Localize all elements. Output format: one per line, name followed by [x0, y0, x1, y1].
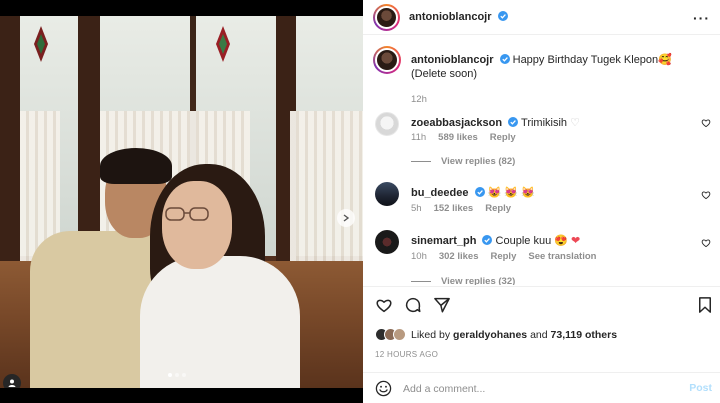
- liked-user[interactable]: geraldyohanes: [453, 329, 527, 341]
- caption-emoji: 🥰: [658, 54, 672, 66]
- comments-list[interactable]: antonioblancojr Happy Birthday Tugek Kle…: [363, 36, 720, 285]
- comment-username[interactable]: bu_deedee: [411, 187, 468, 199]
- comment-username[interactable]: zoeabbasjackson: [411, 117, 502, 129]
- post-photo[interactable]: [0, 0, 363, 403]
- see-translation-button[interactable]: See translation: [528, 251, 596, 262]
- comment-item: bu_deedee 😻 😻 😻 5h 152 likes Reply: [375, 182, 713, 222]
- carousel-dot: [175, 373, 179, 377]
- author-avatar[interactable]: [373, 46, 401, 74]
- reply-button[interactable]: Reply: [490, 251, 516, 262]
- view-replies-button[interactable]: View replies (32): [411, 276, 515, 285]
- verified-badge-icon: [474, 187, 485, 197]
- caption-age[interactable]: 12h: [411, 94, 427, 105]
- more-options-button[interactable]: ···: [693, 10, 710, 26]
- person-right-head: [162, 181, 232, 269]
- comment-age[interactable]: 10h: [411, 251, 427, 262]
- chevron-right-icon: [343, 214, 350, 222]
- comment-likes[interactable]: 302 likes: [439, 251, 479, 262]
- comment-username[interactable]: sinemart_ph: [411, 235, 476, 247]
- reply-button[interactable]: Reply: [485, 203, 511, 214]
- comment-text: 😻 😻 😻: [487, 187, 535, 199]
- replies-divider: [411, 281, 431, 282]
- next-slide-button[interactable]: [337, 209, 355, 227]
- caption-meta: 12h: [411, 94, 427, 105]
- emoji-icon[interactable]: [375, 380, 392, 397]
- add-comment-bar: Post: [363, 372, 720, 403]
- more-options-icon: ···: [693, 10, 710, 26]
- photo-letterbox: [0, 388, 363, 403]
- person-right-body: [140, 256, 300, 388]
- comment-item: zoeabbasjackson Trimikisih ♡ 11h 589 lik…: [375, 112, 713, 172]
- comment-icon[interactable]: [404, 296, 422, 314]
- comment-emoji: 😍: [554, 235, 568, 247]
- like-comment-icon[interactable]: [701, 118, 711, 128]
- liked-count[interactable]: 73,119 others: [551, 329, 618, 341]
- comment-likes[interactable]: 152 likes: [434, 203, 474, 214]
- verified-badge-icon: [482, 235, 493, 245]
- reply-button[interactable]: Reply: [490, 132, 516, 143]
- commenter-avatar[interactable]: [375, 112, 399, 136]
- comment-red-heart: ❤: [571, 235, 581, 247]
- comment-meta: 10h 302 likes Reply See translation: [411, 251, 596, 262]
- stained-glass: [216, 26, 230, 62]
- share-icon[interactable]: [433, 296, 451, 314]
- author-name-row: antonioblancojr: [409, 11, 508, 23]
- comment-age[interactable]: 11h: [411, 132, 426, 143]
- comment-age[interactable]: 5h: [411, 203, 422, 214]
- comment-heart-emoji: ♡: [570, 117, 580, 129]
- comment-likes[interactable]: 589 likes: [438, 132, 478, 143]
- comment-meta: 11h 589 likes Reply: [411, 132, 516, 143]
- like-comment-icon[interactable]: [701, 190, 711, 200]
- commenter-avatar[interactable]: [375, 182, 399, 206]
- post-details-panel: antonioblancojr ··· antonioblancojr Happ…: [363, 0, 720, 403]
- carousel-dot: [182, 373, 186, 377]
- user-tag-icon: [8, 379, 16, 387]
- view-replies-button[interactable]: View replies (82): [411, 156, 515, 167]
- comment-input[interactable]: [403, 379, 673, 398]
- person-left-hair: [100, 148, 172, 184]
- post-timestamp[interactable]: 12 HOURS AGO: [375, 350, 438, 359]
- carousel-dot: [168, 373, 172, 377]
- heart-icon[interactable]: [375, 296, 393, 314]
- post-comment-button[interactable]: Post: [689, 382, 712, 394]
- like-comment-icon[interactable]: [701, 238, 711, 248]
- comment-item: sinemart_ph Couple kuu 😍 ❤ 10h 302 likes…: [375, 230, 713, 285]
- lace-curtain: [290, 111, 363, 261]
- wall-pillar: [0, 16, 20, 276]
- post-header: antonioblancojr ···: [363, 0, 720, 35]
- glasses: [165, 207, 209, 221]
- verified-badge-icon: [499, 54, 510, 64]
- verified-badge-icon: [497, 11, 508, 21]
- liked-by-row: Liked by geraldyohanes and 73,119 others: [375, 328, 617, 341]
- author-avatar[interactable]: [373, 4, 400, 31]
- commenter-avatar[interactable]: [375, 230, 399, 254]
- liked-prefix: Liked by: [411, 328, 451, 341]
- replies-divider: [411, 161, 431, 162]
- caption-text: Happy Birthday Tugek Klepon: [512, 54, 659, 66]
- caption-username[interactable]: antonioblancojr: [411, 54, 494, 66]
- view-replies-label: View replies (32): [441, 276, 516, 285]
- caption: antonioblancojr Happy Birthday Tugek Kle…: [373, 46, 713, 105]
- verified-badge-icon: [508, 117, 519, 127]
- liker-avatar[interactable]: [393, 328, 406, 341]
- comment-text: Couple kuu: [495, 235, 552, 247]
- post-actions: Liked by geraldyohanes and 73,119 others…: [363, 286, 720, 366]
- photo-scene: [0, 16, 363, 388]
- stained-glass: [34, 26, 48, 62]
- user-tag-button[interactable]: [3, 374, 21, 388]
- carousel-indicator: [168, 373, 186, 377]
- caption-suffix: (Delete soon): [411, 68, 478, 80]
- liked-and: and: [530, 328, 548, 341]
- view-replies-label: View replies (82): [441, 156, 516, 167]
- bookmark-icon[interactable]: [696, 296, 714, 314]
- comment-text: Trimikisih: [521, 117, 571, 129]
- comment-meta: 5h 152 likes Reply: [411, 203, 511, 214]
- author-username[interactable]: antonioblancojr: [409, 11, 492, 23]
